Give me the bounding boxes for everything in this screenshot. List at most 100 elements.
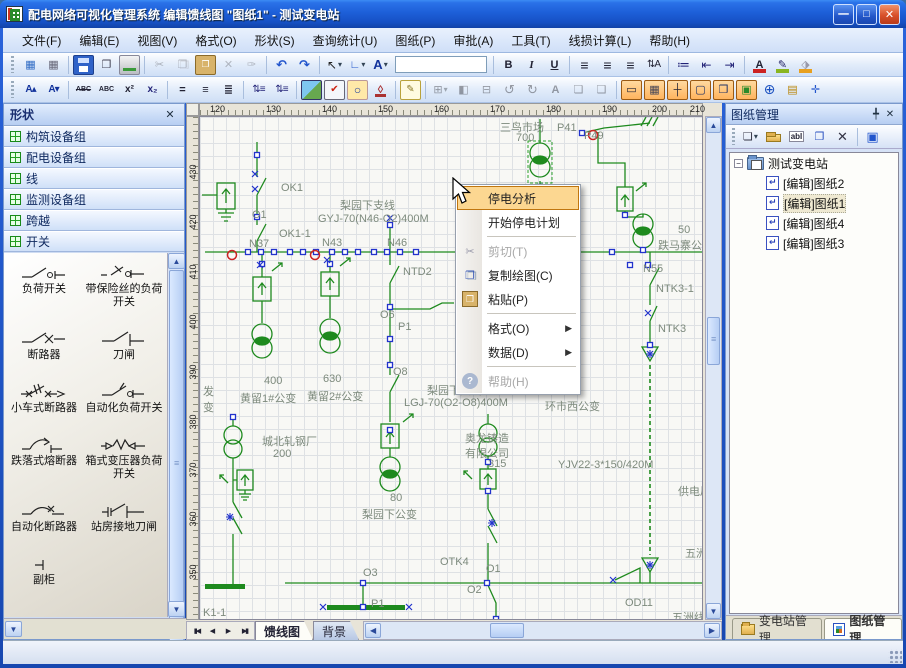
stencil-item-drop-fuse[interactable]: 跌落式熔断器 <box>6 435 82 481</box>
panel-tab-变电站管理[interactable]: 变电站管理 <box>732 618 822 639</box>
canvas-scroll-down-icon[interactable]: ▼ <box>706 603 721 619</box>
style-combo[interactable] <box>395 56 487 73</box>
shape-group-开关[interactable]: 开关 <box>4 231 184 252</box>
italic-icon[interactable] <box>521 55 542 75</box>
context-menu-item[interactable]: 格式(O)▶ <box>457 316 579 340</box>
dropdown-arrow-icon[interactable]: ▾ <box>754 132 758 141</box>
selection-handle[interactable] <box>372 250 377 255</box>
selection-handle[interactable] <box>361 605 366 610</box>
selection-handle[interactable] <box>255 153 260 158</box>
maximize-button[interactable]: □ <box>856 4 877 25</box>
shape-group-监测设备组[interactable]: 监测设备组 <box>4 189 184 210</box>
canvas-scroll-up-icon[interactable]: ▲ <box>706 117 721 133</box>
drawing-canvas[interactable]: 三鸟市场700P41P49OK1梨园下支线GYJ-70(N46-O2)400MO… <box>199 116 703 620</box>
tree-node-drawing[interactable]: [编辑]图纸1 <box>730 193 898 213</box>
page-breaks-toggle-icon[interactable] <box>713 80 734 100</box>
selection-handle[interactable] <box>361 581 366 586</box>
selection-handle[interactable] <box>356 250 361 255</box>
selection-handle[interactable] <box>648 343 653 348</box>
selection-handle[interactable] <box>388 337 393 342</box>
stencil-item-breaker[interactable]: 断路器 <box>6 329 82 362</box>
dropdown-arrow-icon[interactable]: ▾ <box>361 60 365 69</box>
nav-next-page-icon[interactable] <box>221 624 236 638</box>
canvas-hscroll-thumb[interactable] <box>490 623 524 638</box>
note-icon[interactable] <box>400 80 421 100</box>
selection-handle[interactable] <box>494 617 499 621</box>
line-color-icon[interactable] <box>772 55 793 75</box>
groups-scroll-down-icon[interactable]: ▼ <box>5 621 22 637</box>
nav-first-page-icon[interactable] <box>189 624 204 638</box>
selection-handle[interactable] <box>330 250 335 255</box>
numbering-icon[interactable] <box>673 55 694 75</box>
selection-handle[interactable] <box>272 250 277 255</box>
connection-points-toggle-icon[interactable] <box>690 80 711 100</box>
new-page-icon[interactable]: ▾ <box>740 127 761 147</box>
menu-item[interactable]: 编辑(E) <box>70 29 128 52</box>
align-left-icon[interactable] <box>574 55 595 75</box>
selection-handle[interactable] <box>388 428 393 433</box>
menu-item[interactable]: 帮助(H) <box>640 29 699 52</box>
tree-node-drawing[interactable]: [编辑]图纸3 <box>730 233 898 253</box>
canvas-horizontal-scrollbar[interactable]: ◀ ▶ <box>363 621 722 640</box>
print-icon[interactable] <box>119 55 140 75</box>
spacing-single-icon[interactable] <box>172 80 193 100</box>
space-after-icon[interactable] <box>271 80 292 100</box>
pan-window-toggle-icon[interactable] <box>736 80 757 100</box>
shape-group-线[interactable]: 线 <box>4 168 184 189</box>
page-tab-馈线图[interactable]: 馈线图 <box>255 621 313 640</box>
shrink-font-icon[interactable] <box>43 80 64 100</box>
menu-item[interactable]: 文件(F) <box>13 29 70 52</box>
tree-node-drawing[interactable]: [编辑]图纸2 <box>730 173 898 193</box>
dropdown-arrow-icon[interactable]: ▾ <box>384 60 388 69</box>
context-menu-item[interactable]: 开始停电计划 <box>457 210 579 234</box>
context-menu-item[interactable]: 数据(D)▶ <box>457 340 579 364</box>
context-menu-item[interactable]: 粘贴(P) <box>457 287 579 311</box>
find-icon[interactable] <box>347 80 368 100</box>
nav-prev-page-icon[interactable] <box>205 624 220 638</box>
stencil-item-station-ground-knife[interactable]: 站房接地刀闸 <box>82 501 166 534</box>
open-page-icon[interactable] <box>763 127 784 147</box>
delete-page-icon[interactable] <box>832 127 853 147</box>
menu-item[interactable]: 图纸(P) <box>386 29 444 52</box>
bold-icon[interactable] <box>498 55 519 75</box>
align-center-icon[interactable] <box>597 55 618 75</box>
menu-item[interactable]: 工具(T) <box>502 29 559 52</box>
selection-handle[interactable] <box>610 250 615 255</box>
selection-handle[interactable] <box>385 250 390 255</box>
fill-color-icon[interactable] <box>795 55 816 75</box>
spacing-double-icon[interactable] <box>218 80 239 100</box>
abc-icon[interactable] <box>96 80 117 100</box>
canvas-vertical-scrollbar[interactable]: ▲ ▼ <box>705 116 722 620</box>
selection-handle[interactable] <box>343 250 348 255</box>
stencil-item-fuse-load-switch[interactable]: 带保险丝的负荷开关 <box>82 263 166 309</box>
new-drawing-icon[interactable] <box>20 55 41 75</box>
selection-handle[interactable] <box>246 250 251 255</box>
resize-grip[interactable] <box>888 649 902 663</box>
outdent-icon[interactable] <box>696 55 717 75</box>
station-icon[interactable] <box>862 127 883 147</box>
page-tab-背景[interactable]: 背景 <box>313 621 359 640</box>
stencil-item-load-switch[interactable]: 负荷开关 <box>6 263 82 309</box>
approve-check-icon[interactable] <box>324 80 345 100</box>
stencil-item-auto-load-switch[interactable]: 自动化负荷开关 <box>82 382 166 415</box>
stencil-item-box-transformer[interactable]: 箱式变压器负荷开关 <box>82 435 166 481</box>
selection-handle[interactable] <box>259 250 264 255</box>
minimize-button[interactable]: 一 <box>833 4 854 25</box>
close-button[interactable]: ✕ <box>879 4 900 25</box>
indent-icon[interactable] <box>719 55 740 75</box>
vertical-text-icon[interactable] <box>643 55 664 75</box>
selection-handle[interactable] <box>414 250 419 255</box>
stencil-item-auto-breaker[interactable]: 自动化断路器 <box>6 501 82 534</box>
selection-handle[interactable] <box>641 248 646 253</box>
text-tool-icon[interactable]: ▾ <box>370 55 391 75</box>
selection-handle[interactable] <box>231 415 236 420</box>
context-menu-item[interactable]: 停电分析 <box>457 186 579 210</box>
canvas-vscroll-thumb[interactable] <box>707 317 720 365</box>
context-menu-item[interactable]: 复制绘图(C) <box>457 263 579 287</box>
selection-handle[interactable] <box>301 250 306 255</box>
selection-handle[interactable] <box>388 363 393 368</box>
canvas-scroll-left-icon[interactable]: ◀ <box>365 623 381 638</box>
font-color-icon[interactable] <box>749 55 770 75</box>
guides-toggle-icon[interactable] <box>667 80 688 100</box>
grow-font-icon[interactable] <box>20 80 41 100</box>
